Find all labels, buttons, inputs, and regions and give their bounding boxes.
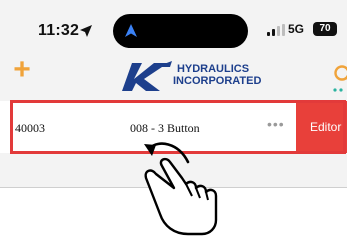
network-type: 5G bbox=[288, 22, 305, 36]
company-logo: HYDRAULICS INCORPORATED bbox=[118, 57, 262, 95]
logo-mark-icon bbox=[122, 61, 172, 91]
search-dots-icon bbox=[333, 88, 343, 92]
more-options-button[interactable]: ••• bbox=[267, 116, 285, 132]
search-icon[interactable] bbox=[333, 64, 347, 86]
dynamic-island bbox=[113, 14, 248, 48]
battery-indicator: 70 bbox=[313, 22, 337, 36]
navigation-icon bbox=[125, 24, 137, 37]
swipe-hand-icon bbox=[144, 142, 218, 236]
screenshot-stage: 11:32 5G 70 + HYDRAULICS INCORPORATED 40… bbox=[0, 0, 347, 240]
add-button[interactable]: + bbox=[9, 55, 35, 85]
status-time: 11:32 bbox=[38, 22, 80, 39]
location-arrow-icon bbox=[80, 25, 92, 37]
editor-swipe-button[interactable]: Editor bbox=[296, 101, 347, 153]
status-bar: 11:32 5G 70 bbox=[0, 0, 347, 60]
logo-text: HYDRAULICS INCORPORATED bbox=[173, 63, 262, 87]
cellular-signal-icon bbox=[267, 24, 285, 36]
app-header: + HYDRAULICS INCORPORATED bbox=[0, 55, 347, 98]
logo-text-line2: INCORPORATED bbox=[173, 75, 262, 87]
row-id: 40003 bbox=[15, 121, 45, 135]
logo-text-line1: HYDRAULICS bbox=[176, 63, 250, 75]
